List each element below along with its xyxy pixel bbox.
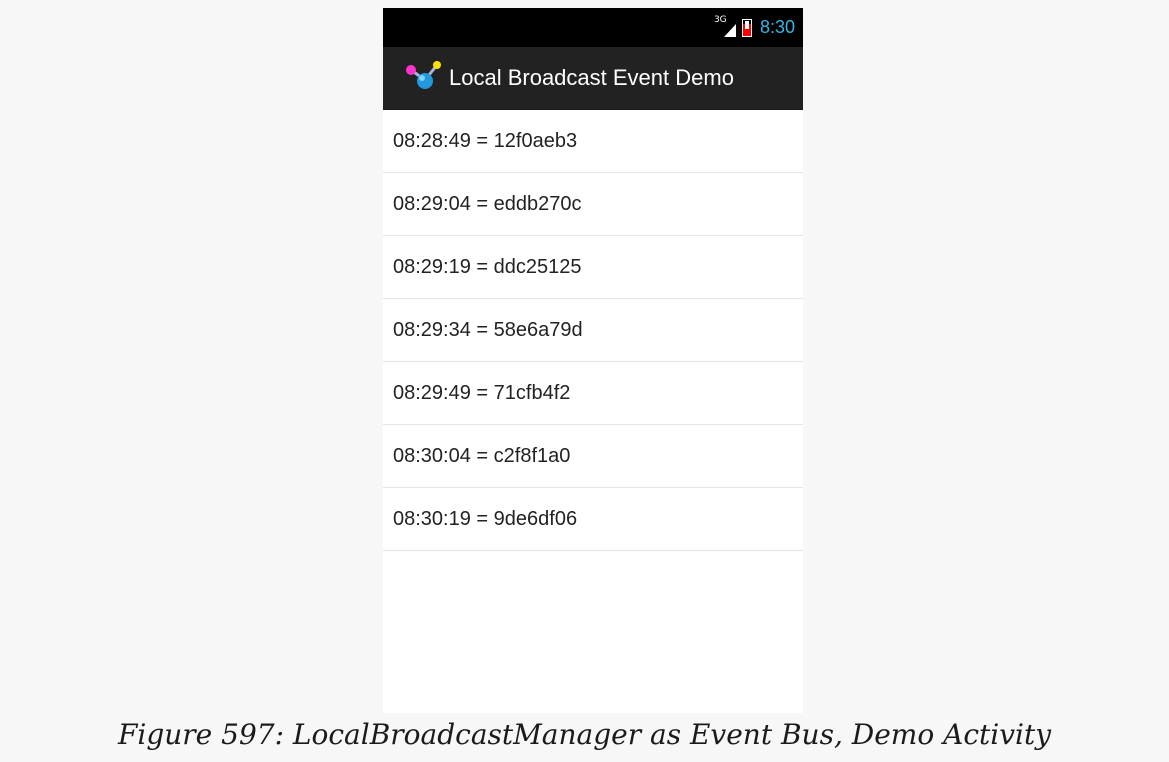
app-title: Local Broadcast Event Demo	[449, 65, 734, 90]
battery-icon	[741, 18, 752, 37]
list-item[interactable]: 08:29:19 = ddc25125	[383, 236, 803, 299]
list-item[interactable]: 08:29:34 = 58e6a79d	[383, 299, 803, 362]
event-list: 08:28:49 = 12f0aeb3 08:29:04 = eddb270c …	[383, 110, 803, 551]
figure-caption: Figure 597: LocalBroadcastManager as Eve…	[117, 718, 1052, 751]
page: 3G 8:30 Local Broadcast Event Demo 08:28…	[0, 0, 1169, 762]
status-bar: 3G 8:30	[383, 8, 803, 47]
signal-icon: 3G	[714, 15, 736, 38]
battery-warning-mark	[744, 20, 749, 29]
list-item[interactable]: 08:28:49 = 12f0aeb3	[383, 110, 803, 173]
list-item[interactable]: 08:29:49 = 71cfb4f2	[383, 362, 803, 425]
signal-bars	[723, 23, 736, 37]
list-item[interactable]: 08:30:19 = 9de6df06	[383, 488, 803, 551]
list-item[interactable]: 08:30:04 = c2f8f1a0	[383, 425, 803, 488]
list-item[interactable]: 08:29:04 = eddb270c	[383, 173, 803, 236]
molecule-icon[interactable]	[401, 56, 445, 100]
status-clock: 8:30	[759, 17, 795, 37]
phone-screen: 3G 8:30 Local Broadcast Event Demo 08:28…	[383, 8, 803, 713]
action-bar: Local Broadcast Event Demo	[383, 47, 803, 110]
